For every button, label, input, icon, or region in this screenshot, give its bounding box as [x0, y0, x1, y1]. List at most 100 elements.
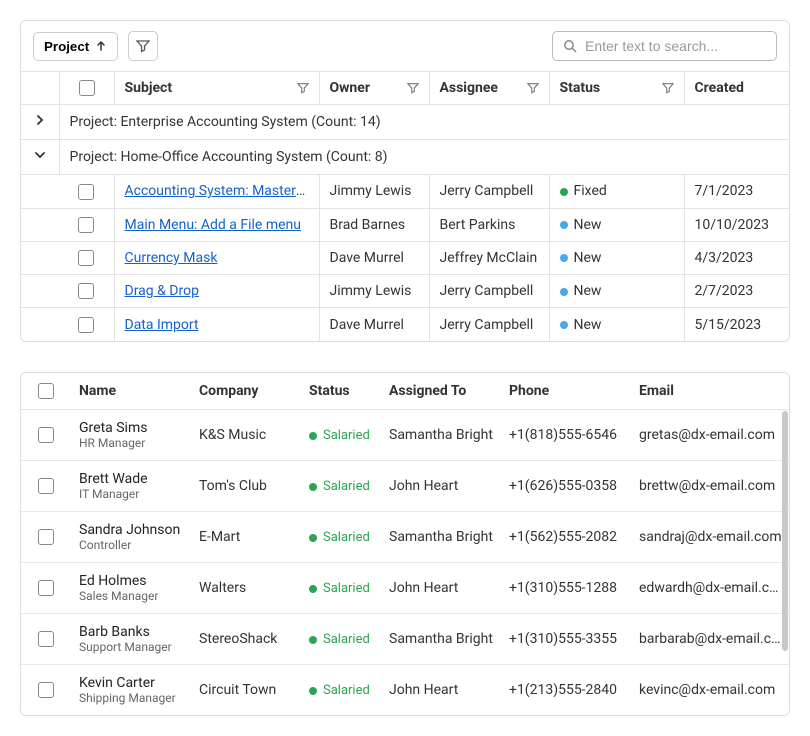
subject-link[interactable]: Data Import — [125, 317, 199, 333]
status-cell: New — [549, 275, 684, 308]
row-checkbox[interactable] — [78, 317, 94, 333]
owner-cell: Jimmy Lewis — [319, 175, 429, 208]
table-row: Data ImportDave MurrelJerry CampbellNew5… — [21, 308, 790, 341]
owner-header-label: Owner — [330, 80, 370, 96]
row-checkbox[interactable] — [78, 250, 94, 266]
name-header[interactable]: Name — [71, 373, 191, 410]
status-dot-icon — [560, 254, 568, 262]
status-dot-icon — [309, 585, 317, 593]
phone-cell: +1(213)555-2840 — [501, 665, 631, 716]
table-row: Currency MaskDave MurrelJeffrey McClainN… — [21, 241, 790, 274]
phone-cell: +1(310)555-1288 — [501, 563, 631, 614]
issues-table: Subject Owner Assignee Status Created Pr… — [21, 71, 790, 341]
status-header[interactable]: Status — [549, 72, 684, 105]
search-input[interactable] — [585, 38, 766, 54]
phone-header[interactable]: Phone — [501, 373, 631, 410]
table-row: Ed HolmesSales ManagerWaltersSalariedJoh… — [21, 563, 790, 614]
company-header[interactable]: Company — [191, 373, 301, 410]
status-cell: New — [549, 241, 684, 274]
created-cell: 4/3/2023 — [684, 241, 790, 274]
employee-name: Kevin Carter — [79, 675, 183, 691]
table-row: Sandra JohnsonControllerE-MartSalariedSa… — [21, 512, 790, 563]
subject-link[interactable]: Drag & Drop — [125, 283, 199, 299]
owner-header[interactable]: Owner — [319, 72, 429, 105]
assignee-cell: Jerry Campbell — [429, 275, 549, 308]
filter-button[interactable] — [128, 31, 158, 61]
company-cell: Tom's Club — [191, 461, 301, 512]
subject-header[interactable]: Subject — [114, 72, 319, 105]
subject-link[interactable]: Main Menu: Add a File menu — [125, 217, 301, 233]
row-checkbox[interactable] — [38, 682, 54, 698]
group-row[interactable]: Project: Enterprise Accounting System (C… — [21, 105, 790, 140]
employee-name: Sandra Johnson — [79, 522, 183, 538]
filter-icon[interactable] — [297, 82, 309, 94]
created-header-label: Created — [695, 80, 744, 96]
status-dot-icon — [560, 221, 568, 229]
employee-title: HR Manager — [79, 436, 183, 450]
group-row[interactable]: Project: Home-Office Accounting System (… — [21, 140, 790, 175]
filter-icon[interactable] — [527, 82, 539, 94]
scrollbar[interactable] — [782, 411, 788, 651]
project-sort-button[interactable]: Project — [33, 32, 118, 61]
created-header[interactable]: Created — [684, 72, 790, 105]
row-checkbox[interactable] — [78, 217, 94, 233]
filter-icon[interactable] — [407, 82, 419, 94]
email-cell: barbarab@dx-email.com — [631, 614, 790, 665]
email-cell: edwardh@dx-email.com — [631, 563, 790, 614]
table-row: Brett WadeIT ManagerTom's ClubSalariedJo… — [21, 461, 790, 512]
status-dot-icon — [309, 432, 317, 440]
employee-name: Barb Banks — [79, 624, 183, 640]
filter-icon[interactable] — [662, 82, 674, 94]
assignee-cell: Jerry Campbell — [429, 175, 549, 208]
status-header[interactable]: Status — [301, 373, 381, 410]
table-row: Greta SimsHR ManagerK&S MusicSalariedSam… — [21, 410, 790, 461]
search-box[interactable] — [552, 31, 777, 61]
row-checkbox[interactable] — [38, 631, 54, 647]
table-row: Main Menu: Add a File menuBrad BarnesBer… — [21, 208, 790, 241]
chevron-down-icon[interactable] — [33, 148, 47, 162]
select-all-checkbox[interactable] — [79, 80, 95, 96]
employee-title: Support Manager — [79, 640, 183, 654]
row-checkbox[interactable] — [38, 478, 54, 494]
owner-cell: Jimmy Lewis — [319, 275, 429, 308]
company-cell: StereoShack — [191, 614, 301, 665]
chevron-right-icon[interactable] — [33, 113, 47, 127]
select-all-header — [59, 72, 114, 105]
employee-name: Greta Sims — [79, 420, 183, 436]
email-header[interactable]: Email — [631, 373, 790, 410]
employee-title: IT Manager — [79, 487, 183, 501]
assigned-cell: John Heart — [381, 461, 501, 512]
assignee-cell: Bert Parkins — [429, 208, 549, 241]
status-cell: Salaried — [309, 683, 370, 698]
row-checkbox[interactable] — [78, 184, 94, 200]
phone-cell: +1(310)555-3355 — [501, 614, 631, 665]
employee-name: Brett Wade — [79, 471, 183, 487]
email-cell: brettw@dx-email.com — [631, 461, 790, 512]
subject-link[interactable]: Accounting System: MasterView — [125, 183, 320, 199]
row-checkbox[interactable] — [78, 283, 94, 299]
assigned-header[interactable]: Assigned To — [381, 373, 501, 410]
group-label: Project: Home-Office Accounting System (… — [59, 140, 790, 175]
created-cell: 10/10/2023 — [684, 208, 790, 241]
row-checkbox[interactable] — [38, 580, 54, 596]
select-all-header — [21, 373, 71, 410]
subject-link[interactable]: Currency Mask — [125, 250, 218, 266]
assigned-cell: John Heart — [381, 563, 501, 614]
status-cell: New — [549, 208, 684, 241]
status-cell: Salaried — [309, 428, 370, 443]
row-checkbox[interactable] — [38, 529, 54, 545]
company-cell: Walters — [191, 563, 301, 614]
status-dot-icon — [560, 288, 568, 296]
select-all-checkbox[interactable] — [38, 383, 54, 399]
assignee-header[interactable]: Assignee — [429, 72, 549, 105]
status-dot-icon — [309, 534, 317, 542]
created-cell: 7/1/2023 — [684, 175, 790, 208]
company-cell: Circuit Town — [191, 665, 301, 716]
status-cell: Salaried — [309, 530, 370, 545]
status-header-label: Status — [560, 80, 601, 96]
owner-cell: Dave Murrel — [319, 308, 429, 341]
assigned-cell: Samantha Bright — [381, 512, 501, 563]
status-cell: Fixed — [549, 175, 684, 208]
row-checkbox[interactable] — [38, 427, 54, 443]
company-cell: E-Mart — [191, 512, 301, 563]
